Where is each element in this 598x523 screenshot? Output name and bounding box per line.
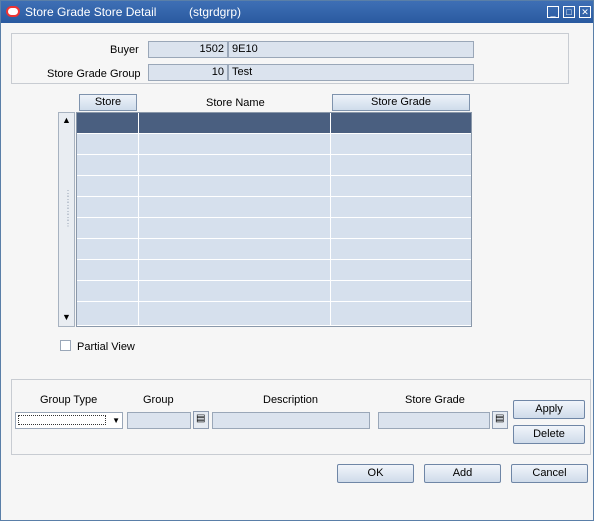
title-bar: Store Grade Store Detail (stgrdgrp) _ □ … (1, 1, 593, 23)
oracle-logo-icon (6, 6, 20, 17)
column-header-store-grade[interactable]: Store Grade (332, 94, 470, 111)
maximize-icon[interactable]: □ (563, 6, 575, 18)
window-title: Store Grade Store Detail (25, 5, 157, 19)
description-field[interactable] (212, 412, 370, 429)
group-lov-icon[interactable]: ▤ (193, 411, 209, 429)
group-name-field[interactable]: Test (228, 64, 474, 81)
partial-view-checkbox[interactable] (60, 340, 71, 351)
buyer-id-field[interactable]: 1502 (148, 41, 228, 58)
table-row[interactable] (77, 302, 471, 326)
description-label: Description (263, 394, 319, 406)
cancel-button[interactable]: Cancel (511, 464, 588, 483)
store-grade-field[interactable] (378, 412, 490, 429)
scroll-down-icon[interactable]: ▼ (62, 312, 71, 322)
store-grade-label: Store Grade (405, 394, 465, 406)
add-button[interactable]: Add (424, 464, 501, 483)
minimize-icon[interactable]: _ (547, 6, 559, 18)
scroll-up-icon[interactable]: ▲ (62, 115, 71, 125)
group-id-field[interactable]: 10 (148, 64, 228, 81)
table-row[interactable] (77, 218, 471, 239)
header-panel: Buyer 1502 9E10 Store Grade Group 10 Tes… (11, 33, 569, 84)
table-row[interactable] (77, 260, 471, 281)
delete-button[interactable]: Delete (513, 425, 585, 444)
table-row[interactable] (77, 134, 471, 155)
column-header-store-name: Store Name (206, 97, 265, 109)
table-row[interactable] (77, 155, 471, 176)
grid-scrollbar[interactable]: ▲ ⋮ ⋮ ⋮ ⋮ ⋮ ⋮ ▼ (58, 112, 75, 327)
filter-panel: Group Type Group Description Store Grade… (11, 379, 591, 455)
form-code: (stgrdgrp) (189, 5, 242, 19)
store-grade-group-label: Store Grade Group (47, 68, 141, 80)
group-field[interactable] (127, 412, 191, 429)
table-row[interactable] (77, 281, 471, 302)
table-row[interactable] (77, 176, 471, 197)
chevron-down-icon[interactable]: ▼ (112, 413, 120, 428)
partial-view-label: Partial View (77, 341, 135, 353)
group-type-label: Group Type (40, 394, 98, 406)
group-label: Group (143, 394, 174, 406)
column-header-store[interactable]: Store (79, 94, 137, 111)
buyer-label: Buyer (110, 44, 139, 56)
group-type-select[interactable]: ▼ (15, 412, 123, 429)
dialog-window: Store Grade Store Detail (stgrdgrp) _ □ … (0, 0, 594, 521)
buyer-name-field[interactable]: 9E10 (228, 41, 474, 58)
ok-button[interactable]: OK (337, 464, 414, 483)
apply-button[interactable]: Apply (513, 400, 585, 419)
table-row[interactable] (77, 239, 471, 260)
table-row[interactable] (77, 197, 471, 218)
store-grid (76, 112, 472, 327)
table-row[interactable] (77, 113, 471, 134)
scroll-grip-icon[interactable]: ⋮ ⋮ ⋮ ⋮ ⋮ ⋮ (64, 190, 72, 228)
store-grade-lov-icon[interactable]: ▤ (492, 411, 508, 429)
close-icon[interactable]: ✕ (579, 6, 591, 18)
